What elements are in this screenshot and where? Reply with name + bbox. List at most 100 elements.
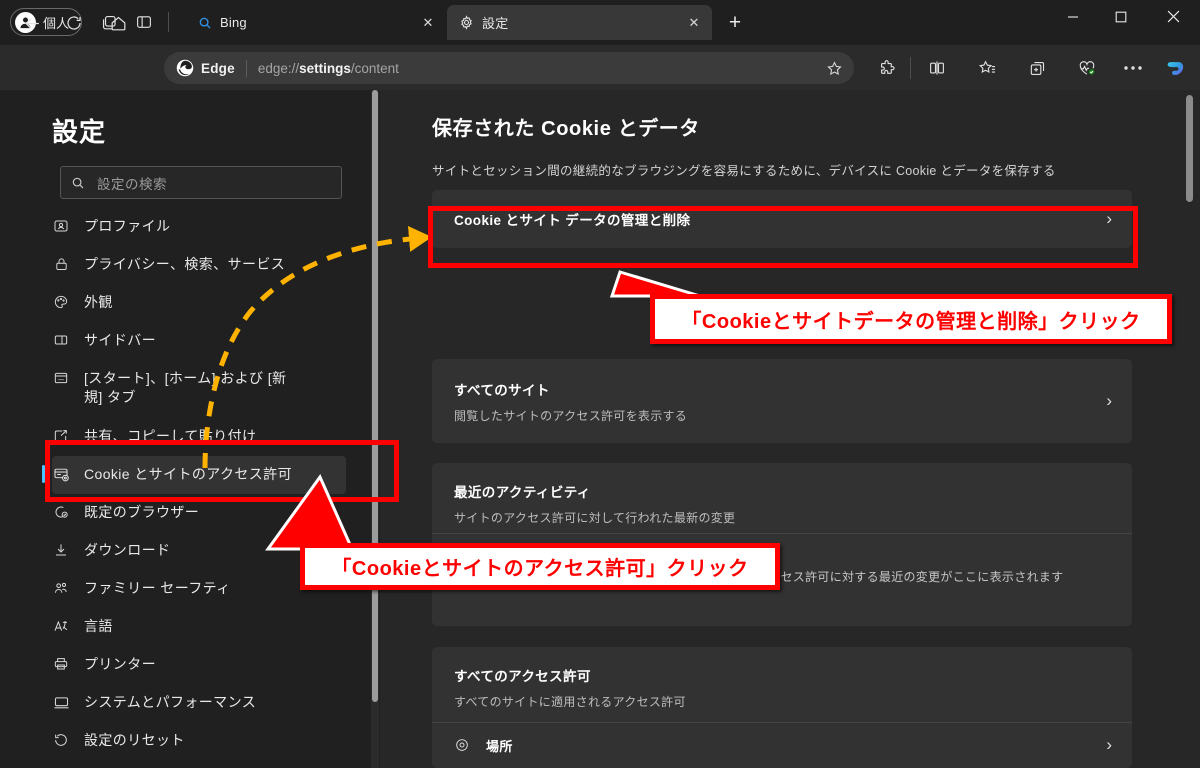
sidebar-item-sidebar[interactable]: サイドバー	[0, 322, 360, 360]
permission-row-location[interactable]: 場所 ›	[432, 722, 1132, 768]
sidebar-item-label: 共有、コピーして貼り付け	[84, 428, 257, 444]
sidebar-item-label: ダウンロード	[84, 542, 171, 558]
family-safety-icon	[52, 579, 70, 597]
tab-close-icon[interactable]: ✕	[416, 11, 440, 35]
sidebar-item-share-copy-paste[interactable]: 共有、コピーして貼り付け	[0, 418, 360, 456]
tab-settings[interactable]: 設定 ✕	[447, 5, 712, 40]
search-input[interactable]: 設定の検索	[60, 166, 342, 199]
home-button[interactable]	[104, 9, 132, 37]
title-bar: 個人 Bing ✕ 設定 ✕ +	[0, 0, 1200, 45]
sidebar-item-appearance[interactable]: 外観	[0, 284, 360, 322]
sidebar-icon	[52, 331, 70, 349]
star-icon[interactable]	[820, 54, 848, 82]
search-placeholder: 設定の検索	[97, 176, 167, 192]
url-bold: settings	[299, 60, 351, 76]
content-heading: 保存された Cookie とデータ	[432, 118, 700, 140]
card-title: すべてのアクセス許可	[454, 669, 591, 684]
sidebar-nav-list: プロファイル プライバシー、検索、サービス 外観 サイドバー [スタート]、[ホ…	[0, 208, 360, 768]
share-copy-paste-icon	[52, 427, 70, 445]
all-permissions-card: すべてのアクセス許可 すべてのサイトに適用されるアクセス許可 場所 ›	[432, 647, 1132, 768]
sidebar-item-reset-settings[interactable]: 設定のリセット	[0, 722, 360, 760]
sidebar-item-label: サイドバー	[84, 332, 156, 348]
edge-logo-icon	[176, 59, 194, 77]
sidebar-item-label: 言語	[84, 618, 113, 634]
settings-content: 保存された Cookie とデータ サイトとセッション間の継続的なブラウジングを…	[380, 90, 1200, 768]
edge-browser-window: 個人 Bing ✕ 設定 ✕ + Edge edge://settings/co…	[0, 0, 1200, 768]
search-icon	[71, 176, 85, 190]
card-desc: サイトのアクセス許可に対して行われた最新の変更	[454, 511, 736, 525]
minimize-button[interactable]	[1050, 0, 1096, 33]
sidebar-item-start-home-newtab[interactable]: [スタート]、[ホーム] および [新規] タブ	[0, 360, 360, 418]
more-icon[interactable]	[1118, 53, 1148, 83]
cookies-site-permissions-icon	[52, 465, 70, 483]
sidebar-item-cookies-site-permissions[interactable]: Cookie とサイトのアクセス許可	[42, 456, 346, 494]
settings-page: 設定 設定の検索 プロファイル プライバシー、検索、サービス 外観 サイドバー …	[0, 90, 1200, 768]
card-title: すべてのサイト	[454, 382, 550, 398]
collections-icon[interactable]	[1022, 53, 1052, 83]
sidebar-item-label: 設定のリセット	[84, 732, 185, 748]
manage-cookies-label: Cookie とサイト データの管理と削除	[454, 213, 691, 228]
omnibox-separator	[245, 59, 247, 77]
url-text: edge://settings/content	[258, 61, 820, 76]
content-scrollbar-thumb[interactable]	[1186, 95, 1193, 202]
sidebar-item-profile[interactable]: プロファイル	[0, 208, 360, 246]
language-icon	[52, 617, 70, 635]
tab-label: Bing	[220, 15, 247, 30]
manage-cookies-card[interactable]: Cookie とサイト データの管理と削除 ›	[432, 190, 1132, 248]
reset-settings-icon	[52, 731, 70, 749]
sidebar-item-downloads[interactable]: ダウンロード	[0, 532, 360, 570]
sidebar-item-label: プリンター	[84, 656, 156, 672]
sidebar-item-label: [スタート]、[ホーム] および [新規] タブ	[84, 370, 287, 405]
palette-icon	[52, 293, 70, 311]
split-screen-icon[interactable]	[922, 53, 952, 83]
card-desc: すべてのサイトに適用されるアクセス許可	[454, 695, 686, 709]
sidebar-item-label: プライバシー、検索、サービス	[84, 256, 286, 272]
card-divider	[432, 533, 1132, 534]
tab-actions-icon[interactable]	[130, 9, 158, 35]
sidebar-item-label: 既定のブラウザー	[84, 504, 200, 520]
card-title: 最近のアクティビティ	[454, 485, 591, 500]
settings-sidebar: 設定 設定の検索 プロファイル プライバシー、検索、サービス 外観 サイドバー …	[0, 90, 379, 768]
lock-icon	[52, 255, 70, 273]
toolbar-separator	[910, 57, 911, 79]
sidebar-item-system-performance[interactable]: システムとパフォーマンス	[0, 684, 360, 722]
sidebar-item-family-safety[interactable]: ファミリー セーフティ	[0, 570, 360, 608]
back-button[interactable]	[18, 9, 46, 37]
close-button[interactable]	[1150, 0, 1196, 33]
sidebar-item-label: 外観	[84, 294, 113, 310]
profile-icon	[52, 217, 70, 235]
sidebar-item-label: Cookie とサイトのアクセス許可	[84, 466, 292, 482]
browser-essentials-icon[interactable]	[1072, 53, 1102, 83]
maximize-button[interactable]	[1098, 0, 1144, 33]
sidebar-item-privacy[interactable]: プライバシー、検索、サービス	[0, 246, 360, 284]
card-desc: 閲覧したサイトのアクセス許可を表示する	[454, 408, 688, 423]
chevron-right-icon: ›	[1106, 391, 1112, 410]
start-home-new-tab-icon	[52, 369, 70, 387]
recent-activity-card: 最近のアクティビティ サイトのアクセス許可に対して行われた最新の変更 最近のアク…	[432, 463, 1132, 626]
sidebar-item-label: システムとパフォーマンス	[84, 694, 257, 710]
search-icon	[198, 16, 212, 30]
tab-bing[interactable]: Bing ✕	[186, 5, 446, 40]
download-icon	[52, 541, 70, 559]
extensions-icon[interactable]	[872, 53, 902, 83]
sidebar-item-default-browser[interactable]: 既定のブラウザー	[0, 494, 360, 532]
url-suffix: /content	[350, 60, 399, 76]
sidebar-item-languages[interactable]: 言語	[0, 608, 360, 646]
edge-brand-label: Edge	[201, 60, 235, 76]
sidebar-scrollbar-thumb[interactable]	[372, 90, 378, 702]
copilot-icon[interactable]	[1160, 53, 1190, 83]
address-bar[interactable]: Edge edge://settings/content	[164, 52, 854, 84]
new-tab-button[interactable]: +	[722, 10, 748, 36]
recent-activity-empty-text: 最近のアクティビティはありません。サイトのアクセス許可に対する最近の変更がここに…	[500, 570, 1064, 584]
sidebar-item-label: プロファイル	[84, 218, 171, 234]
sidebar-item-printers[interactable]: プリンター	[0, 646, 360, 684]
system-performance-icon	[52, 693, 70, 711]
refresh-button[interactable]	[60, 9, 88, 37]
tab-close-icon[interactable]: ✕	[682, 11, 706, 35]
content-subtext: サイトとセッション間の継続的なブラウジングを容易にするために、デバイスに Coo…	[432, 164, 1056, 178]
titlebar-separator	[168, 12, 169, 32]
sidebar-item-phone-devices[interactable]: スマートフォンとその他のデバイス	[0, 760, 360, 768]
favorites-icon[interactable]	[972, 53, 1002, 83]
all-sites-card[interactable]: すべてのサイト 閲覧したサイトのアクセス許可を表示する ›	[432, 359, 1132, 443]
chevron-right-icon: ›	[1106, 735, 1112, 754]
